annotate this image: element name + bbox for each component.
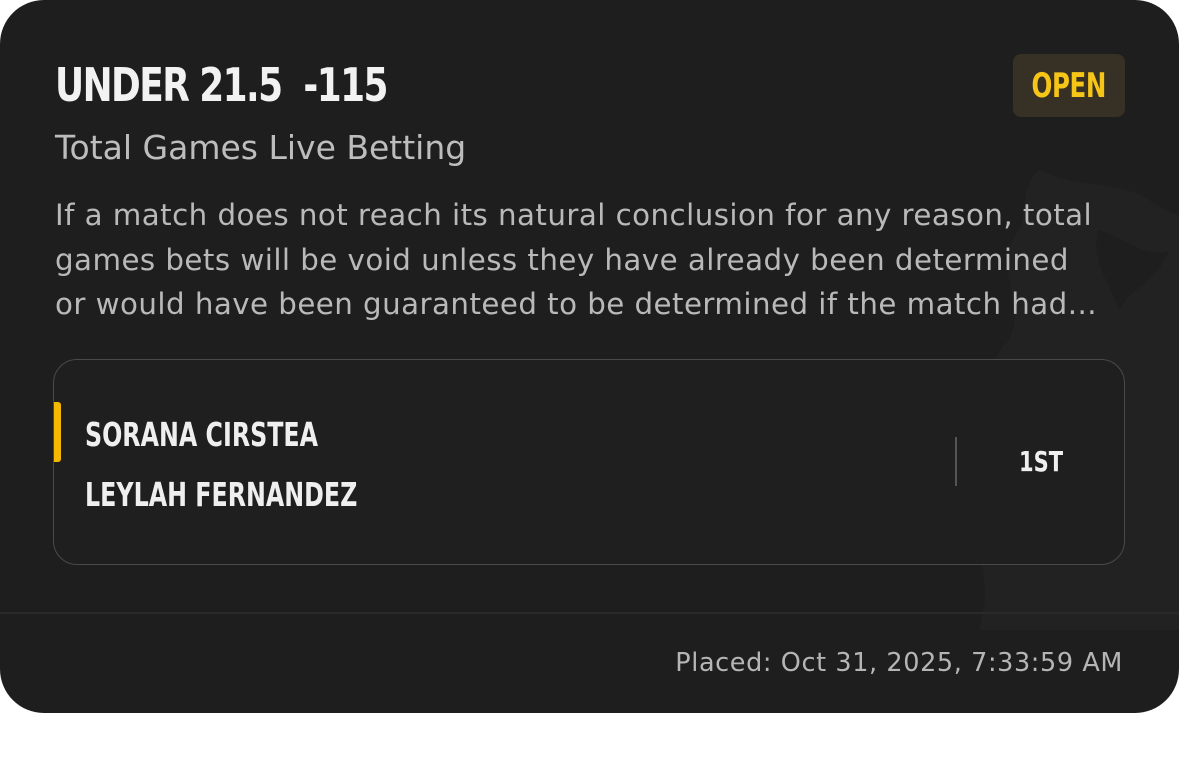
rules-line: If a match does not reach its natural co… bbox=[55, 198, 1093, 232]
status-badge: OPEN bbox=[1013, 54, 1125, 117]
bet-selection: UNDER 21.5 bbox=[55, 58, 283, 112]
market-name: Total Games Live Betting bbox=[55, 128, 467, 167]
status-badge-label: OPEN bbox=[1031, 65, 1107, 106]
rules-line: or would have been guaranteed to be dete… bbox=[55, 287, 1098, 321]
participant-name: LEYLAH FERNANDEZ bbox=[85, 475, 358, 514]
bet-card[interactable]: UNDER 21.5 -115 OPEN Total Games Live Be… bbox=[0, 0, 1179, 713]
bet-title-row: UNDER 21.5 -115 bbox=[55, 58, 481, 112]
bet-odds: -115 bbox=[303, 58, 388, 112]
event-scoreboard[interactable]: SORANA CIRSTEA LEYLAH FERNANDEZ 1ST bbox=[53, 359, 1125, 565]
scoreboard-divider bbox=[955, 437, 957, 486]
bet-title: UNDER 21.5 -115 bbox=[55, 58, 388, 112]
active-player-indicator bbox=[54, 402, 61, 462]
rules-line: games bets will be void unless they have… bbox=[55, 242, 1069, 277]
footer-divider bbox=[0, 612, 1179, 614]
placed-timestamp: Placed: Oct 31, 2025, 7:33:59 AM bbox=[675, 648, 1123, 678]
participant-name: SORANA CIRSTEA bbox=[85, 415, 319, 454]
match-period: 1ST bbox=[1018, 445, 1064, 478]
market-rules-text: If a match does not reach its natural co… bbox=[55, 193, 1135, 327]
